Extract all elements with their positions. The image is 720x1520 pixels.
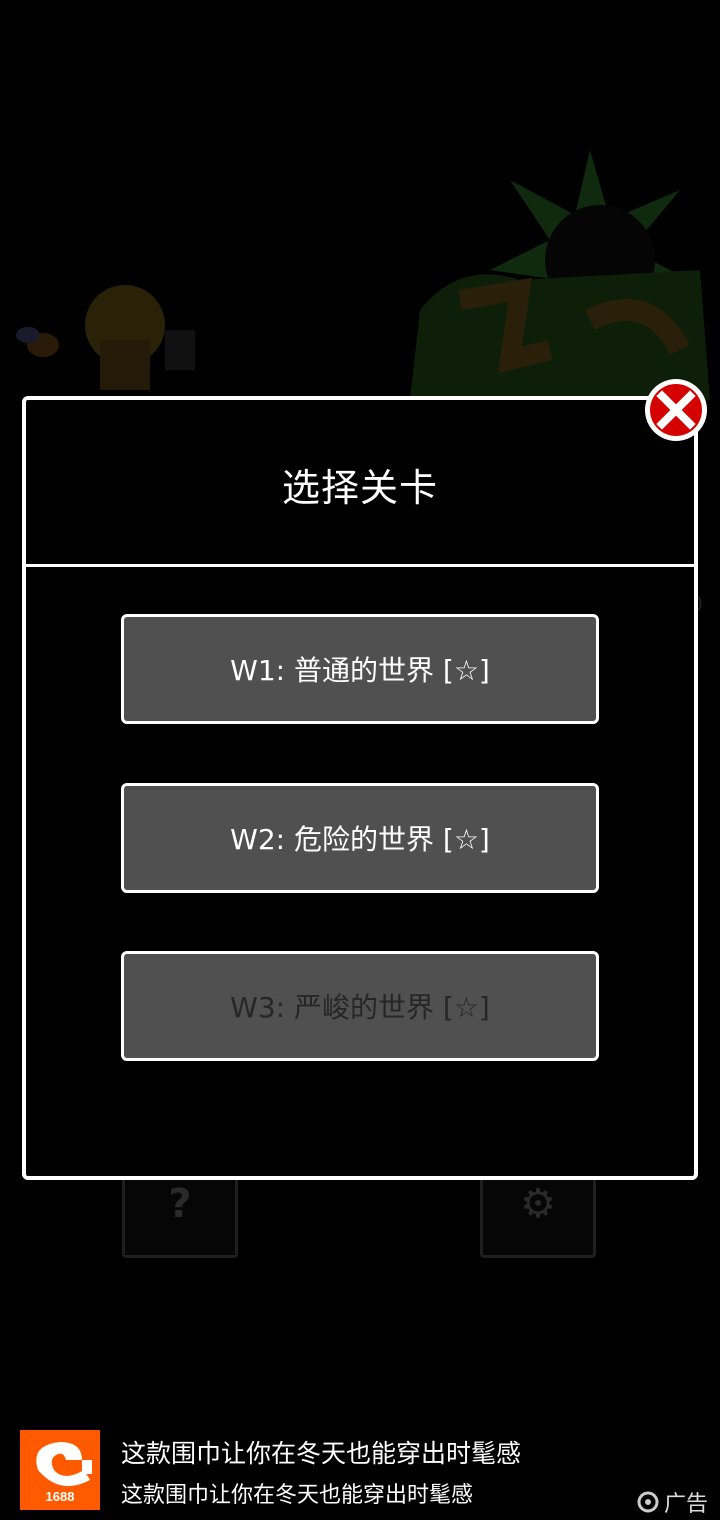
- world-1-button[interactable]: W1: 普通的世界 [☆]: [121, 614, 599, 724]
- ad-tag[interactable]: 广告: [636, 1486, 708, 1518]
- gear-icon: ⚙: [520, 1181, 556, 1227]
- ad-headline: 这款围巾让你在冬天也能穿出时髦感: [121, 1439, 522, 1468]
- dialog-title: 选择关卡: [281, 465, 438, 510]
- help-icon: ?: [168, 1181, 192, 1227]
- close-button[interactable]: [642, 376, 710, 444]
- ad-info-icon: [637, 1491, 659, 1513]
- world-2-button[interactable]: W2: 危险的世界 [☆]: [121, 783, 599, 893]
- world-3-label: W3: 严峻的世界 [☆]: [230, 991, 490, 1024]
- ad-tag-label: 广告: [664, 1492, 709, 1517]
- character-graphic: [85, 285, 195, 390]
- world-2-label: W2: 危险的世界 [☆]: [230, 823, 490, 856]
- ad-banner[interactable]: 1688 这款围巾让你在冬天也能穿出时髦感 这款围巾让你在冬天也能穿出时髦感 广…: [0, 1420, 720, 1520]
- ad-logo-text: 1688: [45, 1489, 75, 1504]
- ad-subline: 这款围巾让你在冬天也能穿出时髦感: [121, 1483, 474, 1508]
- ad-logo: 1688: [20, 1430, 100, 1510]
- world-1-label: W1: 普通的世界 [☆]: [230, 654, 490, 687]
- bee-graphic: [16, 327, 59, 357]
- dialog-header: 选择关卡: [26, 400, 694, 567]
- brand-logo-icon: [36, 1442, 92, 1487]
- world-3-button[interactable]: W3: 严峻的世界 [☆]: [121, 951, 599, 1061]
